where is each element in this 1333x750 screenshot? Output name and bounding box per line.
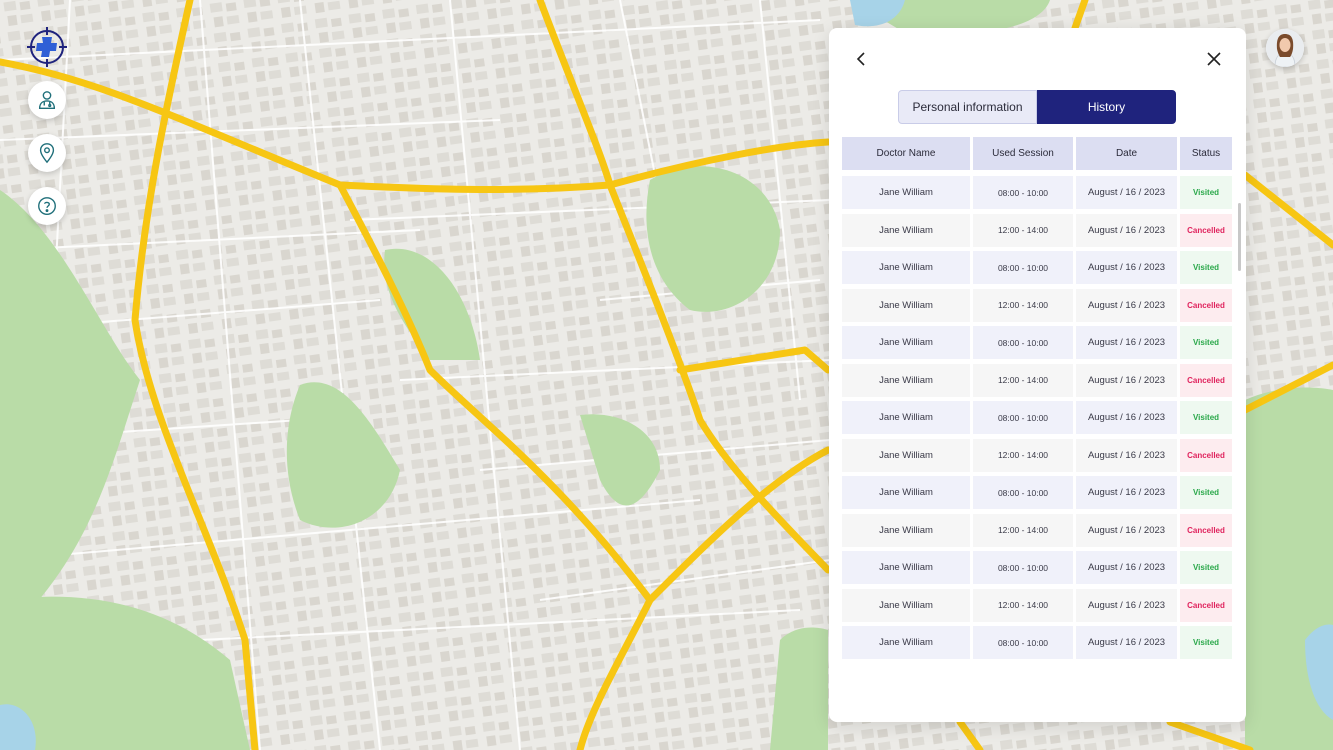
status-badge: Cancelled: [1180, 288, 1232, 322]
table-row[interactable]: Jane William 12:00 - 14:00 August / 16 / 2…: [842, 363, 1232, 397]
cell-date: August / 16 / 2023: [1076, 363, 1177, 397]
table-row[interactable]: Jane William 12:00 - 14:00 August / 16 / 2…: [842, 438, 1232, 472]
header-status: Status: [1180, 137, 1232, 170]
cell-used-session: 08:00 - 10:00: [973, 476, 1073, 509]
table-row[interactable]: Jane William 12:00 - 14:00 August / 16 / 2…: [842, 588, 1232, 622]
cell-date: August / 16 / 2023: [1076, 176, 1177, 209]
cell-date: August / 16 / 2023: [1076, 551, 1177, 584]
status-badge: Visited: [1180, 626, 1232, 659]
table-row[interactable]: Jane William 08:00 - 10:00 August / 16 / 2…: [842, 476, 1232, 509]
status-badge: Cancelled: [1180, 588, 1232, 622]
app-logo[interactable]: [27, 27, 67, 67]
cell-doctor-name: Jane William: [842, 476, 970, 509]
status-badge: Cancelled: [1180, 213, 1232, 247]
table-row[interactable]: Jane William 12:00 - 14:00 August / 16 / 2…: [842, 213, 1232, 247]
back-button[interactable]: [851, 48, 873, 70]
cell-used-session: 08:00 - 10:00: [973, 551, 1073, 584]
cell-doctor-name: Jane William: [842, 588, 970, 622]
table-row[interactable]: Jane William 08:00 - 10:00 August / 16 / 2…: [842, 176, 1232, 209]
close-button[interactable]: [1203, 48, 1225, 70]
cell-used-session: 12:00 - 14:00: [973, 288, 1073, 322]
status-badge: Visited: [1180, 551, 1232, 584]
cell-doctor-name: Jane William: [842, 213, 970, 247]
history-table: Doctor Name Used Session Date Status Jan…: [842, 137, 1232, 664]
panel-tabs: Personal information History: [898, 90, 1176, 124]
doctor-button[interactable]: [28, 81, 66, 119]
cell-date: August / 16 / 2023: [1076, 213, 1177, 247]
cell-used-session: 12:00 - 14:00: [973, 513, 1073, 547]
location-button[interactable]: [28, 134, 66, 172]
history-panel: Personal information History Doctor Name…: [829, 28, 1246, 722]
cell-doctor-name: Jane William: [842, 551, 970, 584]
tab-history[interactable]: History: [1037, 90, 1176, 124]
cell-used-session: 08:00 - 10:00: [973, 401, 1073, 434]
table-row[interactable]: Jane William 08:00 - 10:00 August / 16 / 2…: [842, 551, 1232, 584]
avatar-icon: [1266, 29, 1304, 67]
status-badge: Visited: [1180, 476, 1232, 509]
cell-date: August / 16 / 2023: [1076, 626, 1177, 659]
status-badge: Cancelled: [1180, 438, 1232, 472]
cell-date: August / 16 / 2023: [1076, 476, 1177, 509]
status-badge: Visited: [1180, 176, 1232, 209]
table-row[interactable]: Jane William 08:00 - 10:00 August / 16 / 2…: [842, 401, 1232, 434]
cell-doctor-name: Jane William: [842, 176, 970, 209]
cell-date: August / 16 / 2023: [1076, 588, 1177, 622]
tab-personal-information[interactable]: Personal information: [898, 90, 1037, 124]
help-icon: [38, 197, 56, 215]
cell-used-session: 12:00 - 14:00: [973, 363, 1073, 397]
cell-used-session: 12:00 - 14:00: [973, 438, 1073, 472]
status-badge: Cancelled: [1180, 363, 1232, 397]
doctor-icon: [38, 91, 56, 109]
cell-doctor-name: Jane William: [842, 288, 970, 322]
table-header: Doctor Name Used Session Date Status: [842, 137, 1232, 170]
cell-used-session: 12:00 - 14:00: [973, 213, 1073, 247]
status-badge: Visited: [1180, 251, 1232, 284]
help-button[interactable]: [28, 187, 66, 225]
cell-used-session: 08:00 - 10:00: [973, 326, 1073, 359]
location-pin-icon: [39, 143, 55, 164]
cell-doctor-name: Jane William: [842, 626, 970, 659]
cell-doctor-name: Jane William: [842, 513, 970, 547]
cell-date: August / 16 / 2023: [1076, 438, 1177, 472]
cell-doctor-name: Jane William: [842, 251, 970, 284]
header-date: Date: [1076, 137, 1177, 170]
cell-doctor-name: Jane William: [842, 438, 970, 472]
panel-scrollbar[interactable]: [1238, 203, 1241, 271]
cell-date: August / 16 / 2023: [1076, 401, 1177, 434]
cell-doctor-name: Jane William: [842, 326, 970, 359]
status-badge: Cancelled: [1180, 513, 1232, 547]
cell-date: August / 16 / 2023: [1076, 326, 1177, 359]
cell-used-session: 12:00 - 14:00: [973, 588, 1073, 622]
chevron-left-icon: [856, 52, 865, 66]
close-icon: [1207, 52, 1221, 66]
table-row[interactable]: Jane William 08:00 - 10:00 August / 16 / 2…: [842, 326, 1232, 359]
table-row[interactable]: Jane William 08:00 - 10:00 August / 16 / 2…: [842, 251, 1232, 284]
cell-used-session: 08:00 - 10:00: [973, 176, 1073, 209]
table-row[interactable]: Jane William 08:00 - 10:00 August / 16 / 2…: [842, 626, 1232, 659]
table-body: Jane William 08:00 - 10:00 August / 16 / 2…: [842, 176, 1232, 659]
cell-used-session: 08:00 - 10:00: [973, 251, 1073, 284]
cell-doctor-name: Jane William: [842, 401, 970, 434]
cell-used-session: 08:00 - 10:00: [973, 626, 1073, 659]
header-doctor-name: Doctor Name: [842, 137, 970, 170]
cell-date: August / 16 / 2023: [1076, 513, 1177, 547]
cell-doctor-name: Jane William: [842, 363, 970, 397]
status-badge: Visited: [1180, 401, 1232, 434]
cell-date: August / 16 / 2023: [1076, 251, 1177, 284]
header-used-session: Used Session: [973, 137, 1073, 170]
medical-cross-crosshair-icon: [27, 27, 67, 67]
user-avatar[interactable]: [1266, 29, 1304, 67]
table-row[interactable]: Jane William 12:00 - 14:00 August / 16 / 2…: [842, 288, 1232, 322]
cell-date: August / 16 / 2023: [1076, 288, 1177, 322]
table-row[interactable]: Jane William 12:00 - 14:00 August / 16 / 2…: [842, 513, 1232, 547]
status-badge: Visited: [1180, 326, 1232, 359]
